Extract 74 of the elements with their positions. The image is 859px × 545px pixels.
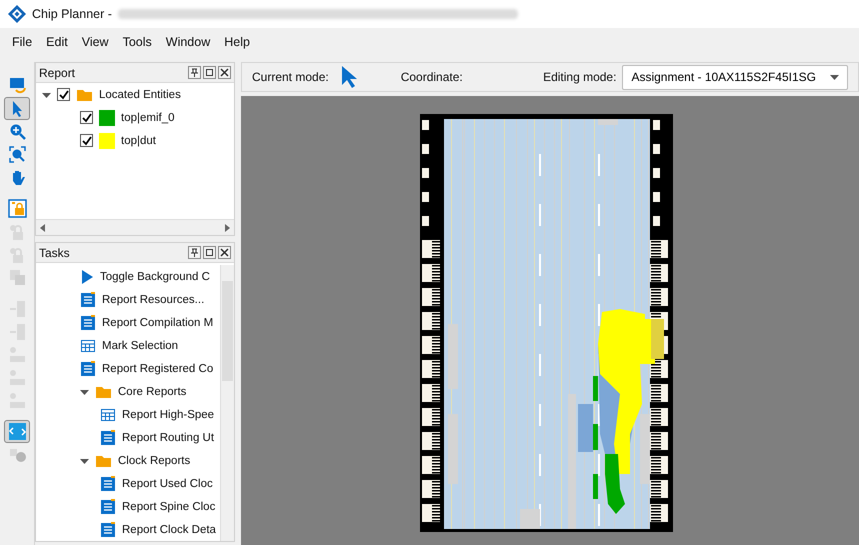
close-icon — [220, 68, 229, 77]
pointer-icon — [340, 65, 359, 89]
task-item[interactable]: Report High-Spee — [36, 403, 220, 426]
menu-item[interactable]: Window — [160, 33, 216, 51]
task-item[interactable]: Toggle Background C — [36, 265, 220, 288]
app-logo-icon — [8, 5, 26, 23]
task-item[interactable]: Clock Reports — [36, 449, 220, 472]
task-item[interactable]: Report Routing Ut — [36, 426, 220, 449]
float-window-icon — [205, 248, 214, 257]
lockstar-tool-icon — [8, 199, 26, 218]
monitor-tool-icon — [8, 76, 26, 95]
tool-button[interactable] — [4, 420, 30, 443]
task-item[interactable]: Mark Selection — [36, 334, 220, 357]
tool-button[interactable] — [4, 97, 30, 120]
report-icon — [100, 430, 116, 446]
zoom-tool-icon — [8, 122, 26, 141]
route-tool-icon — [8, 422, 26, 441]
play-icon — [80, 268, 94, 284]
report-icon — [100, 476, 116, 492]
task-item[interactable]: Report Spine Cloc — [36, 495, 220, 518]
task-item[interactable]: Report Compilation M — [36, 311, 220, 334]
expand-caret-icon[interactable] — [80, 390, 89, 396]
folder-icon — [76, 87, 93, 102]
report-icon — [80, 360, 96, 376]
expand-caret-icon[interactable] — [80, 458, 89, 464]
menu-item[interactable]: Help — [218, 33, 256, 51]
window-title: Chip Planner - — [32, 7, 112, 21]
menu-item[interactable]: Tools — [116, 33, 158, 51]
pin-icon — [190, 248, 199, 257]
close-button[interactable] — [218, 66, 231, 79]
menu-item[interactable]: View — [76, 33, 115, 51]
coordinate-label: Coordinate: — [400, 70, 463, 84]
task-item[interactable]: Report Resources... — [36, 288, 220, 311]
pin-icon — [190, 68, 199, 77]
panel-title: Tasks — [39, 246, 70, 260]
scroll-right-icon[interactable] — [225, 224, 230, 232]
zoomfit-tool-icon — [8, 145, 26, 164]
tree-item[interactable]: top|dut — [36, 129, 234, 152]
tree-item[interactable]: Located Entities — [36, 83, 234, 106]
table-icon — [80, 338, 96, 354]
current-mode-label: Current mode: — [252, 70, 329, 84]
task-item[interactable]: Report Clock Deta — [36, 518, 220, 541]
close-icon — [220, 248, 229, 257]
checkbox[interactable] — [80, 134, 93, 147]
task-item[interactable]: Core Reports — [36, 380, 220, 403]
report-icon — [80, 292, 96, 308]
checkbox[interactable] — [80, 111, 93, 124]
layers-tool-icon — [8, 268, 26, 287]
folder-icon — [95, 453, 112, 468]
panel-title: Report — [39, 66, 76, 80]
report-icon — [80, 314, 96, 330]
tree-item[interactable]: top|emif_0 — [36, 106, 234, 129]
close-button[interactable] — [218, 246, 231, 259]
menu-item[interactable]: Edit — [40, 33, 74, 51]
pin-button[interactable] — [188, 66, 201, 79]
folder-icon — [95, 384, 112, 399]
float-button[interactable] — [203, 66, 216, 79]
editing-mode-dropdown[interactable]: Assignment - 10AX115S2F45I1SG — [622, 64, 848, 90]
float-button[interactable] — [203, 246, 216, 259]
scroll-left-icon[interactable] — [40, 224, 45, 232]
horizontal-scrollbar[interactable] — [36, 219, 234, 235]
expand-caret-icon[interactable] — [42, 92, 51, 98]
report-icon — [100, 522, 116, 538]
dropdown-caret-icon — [830, 74, 839, 80]
editing-mode-label: Editing mode: — [543, 70, 616, 84]
pin-button[interactable] — [188, 246, 201, 259]
task-item[interactable]: Report Registered Co — [36, 357, 220, 380]
report-icon — [100, 498, 116, 514]
float-window-icon — [205, 68, 214, 77]
vertical-scrollbar[interactable] — [220, 265, 234, 541]
menu-item[interactable]: File — [6, 33, 38, 51]
table-icon — [100, 406, 116, 422]
checkbox[interactable] — [57, 88, 70, 101]
task-item[interactable]: Report Used Cloc — [36, 472, 220, 495]
